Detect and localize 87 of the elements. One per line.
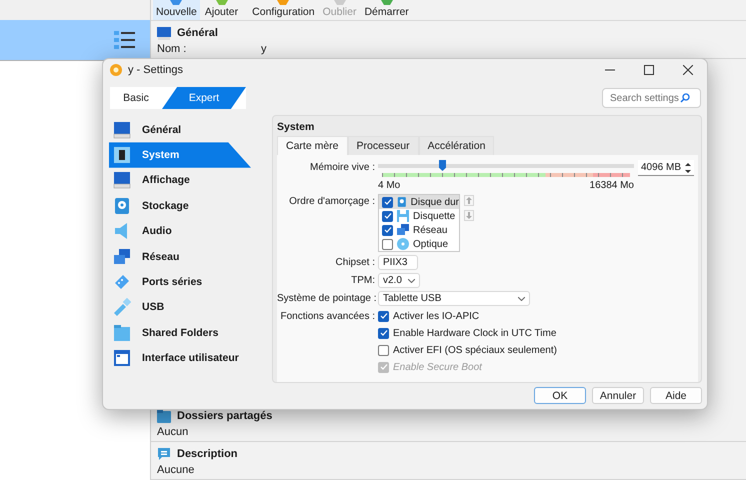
toolbar-icon — [276, 0, 290, 5]
dialog-button[interactable]: Annuler — [592, 387, 644, 404]
chipset-dropdown[interactable]: PIIX3 — [378, 255, 418, 270]
sidebar-item[interactable]: Interface utilisateur — [109, 346, 251, 371]
boot-device-item[interactable]: Disque dur — [379, 195, 459, 209]
mode-tab[interactable]: Expert — [162, 87, 246, 109]
monitor-icon — [113, 171, 131, 190]
checkbox-option[interactable]: Activer les IO-APIC — [378, 309, 694, 323]
slider-thumb[interactable] — [439, 160, 446, 171]
detail-label: Nom : — [157, 42, 188, 54]
gear-icon — [109, 63, 123, 77]
toolbar-button[interactable]: Nouvelle — [153, 0, 200, 20]
sidebar-item[interactable]: Shared Folders — [109, 320, 251, 346]
chip-icon — [113, 146, 131, 164]
sidebar-item[interactable]: Réseau — [109, 244, 251, 270]
serial-icon — [113, 273, 131, 292]
boot-device-item[interactable]: Disquette — [379, 209, 459, 223]
checkbox-option[interactable]: Activer EFI (OS spéciaux seulement) — [378, 343, 694, 357]
scale-label: 16384 Mo — [590, 180, 634, 191]
usb-icon — [113, 298, 131, 316]
sidebar-item[interactable]: Ports séries — [109, 269, 251, 295]
detail-value: Aucune — [157, 464, 194, 476]
field-label: Mémoire vive : — [308, 161, 375, 175]
detail-value: y — [261, 42, 266, 54]
pointing-device-dropdown[interactable]: Tablette USB — [378, 291, 530, 306]
network-icon — [113, 248, 131, 266]
sidebar-item[interactable]: System — [109, 142, 251, 168]
sidebar-item[interactable]: Stockage — [109, 193, 251, 219]
tab[interactable]: Accélération — [418, 136, 494, 155]
toolbar-icon — [169, 0, 184, 5]
toolbar-button[interactable]: Ajouter — [202, 0, 242, 20]
folder-icon — [113, 324, 131, 342]
field-label: Ordre d'amorçage : — [288, 195, 375, 209]
speech-bubble-icon — [157, 447, 171, 461]
section-title: Général — [177, 27, 218, 39]
list-icon[interactable] — [114, 31, 136, 49]
spin-arrows-icon[interactable] — [685, 162, 691, 174]
chevron-down-icon — [518, 296, 525, 300]
ui-icon — [113, 349, 131, 368]
monitor-icon — [157, 26, 171, 40]
search-field[interactable]: Search settings — [602, 88, 701, 108]
memory-spinbox[interactable]: 4096 MB — [638, 160, 694, 176]
toolbar-button[interactable]: Démarrer — [361, 0, 412, 20]
search-icon — [680, 93, 690, 103]
up-arrow-icon — [466, 197, 472, 204]
close-icon[interactable] — [683, 65, 693, 75]
dialog-button[interactable]: OK — [534, 387, 586, 404]
toolbar-button[interactable]: Configuration — [249, 0, 318, 20]
checkbox[interactable] — [378, 310, 389, 322]
tab[interactable]: Carte mère — [277, 136, 348, 155]
toolbar-icon — [380, 0, 394, 5]
mode-tab[interactable]: Basic — [110, 87, 162, 109]
field-label: TPM: — [350, 274, 375, 288]
detail-value: Aucun — [157, 426, 188, 438]
monitor-icon — [113, 120, 131, 139]
boot-device-item[interactable]: Optique — [379, 237, 459, 251]
section-title: Dossiers partagés — [177, 410, 272, 422]
boot-device-item[interactable]: Réseau — [379, 223, 459, 237]
maximize-icon[interactable] — [644, 65, 654, 75]
folder-icon — [157, 410, 171, 422]
toolbar-icon — [214, 0, 228, 5]
checkbox[interactable] — [382, 224, 393, 236]
checkbox-option[interactable]: Enable Hardware Clock in UTC Time — [378, 326, 694, 340]
dialog-button[interactable]: Aide — [650, 387, 702, 404]
network-icon — [397, 224, 409, 236]
window-title: y - Settings — [128, 64, 184, 76]
tab[interactable]: Processeur — [348, 136, 419, 155]
field-label: Chipset : — [334, 256, 375, 270]
checkbox[interactable] — [382, 196, 393, 208]
field-label: Fonctions avancées : — [280, 310, 375, 324]
floppy-icon — [397, 210, 409, 222]
chevron-down-icon — [408, 278, 415, 282]
sidebar-item[interactable]: Général — [109, 117, 251, 142]
sidebar-item[interactable]: Affichage — [109, 168, 251, 194]
toolbar-icon — [332, 0, 347, 5]
down-arrow-icon — [466, 212, 472, 219]
field-label: Système de pointage : — [277, 292, 375, 306]
checkbox[interactable] — [378, 328, 389, 338]
checkbox[interactable] — [378, 344, 389, 356]
tpm-dropdown[interactable]: v2.0 — [378, 273, 420, 288]
checkbox[interactable] — [382, 210, 393, 222]
section-title: System — [277, 121, 316, 133]
sidebar-item[interactable]: USB — [109, 294, 251, 320]
scale-label: 4 Mo — [378, 180, 400, 191]
checkbox[interactable] — [382, 238, 393, 250]
section-title: Description — [177, 448, 238, 460]
sidebar-item[interactable]: Audio — [109, 218, 251, 244]
